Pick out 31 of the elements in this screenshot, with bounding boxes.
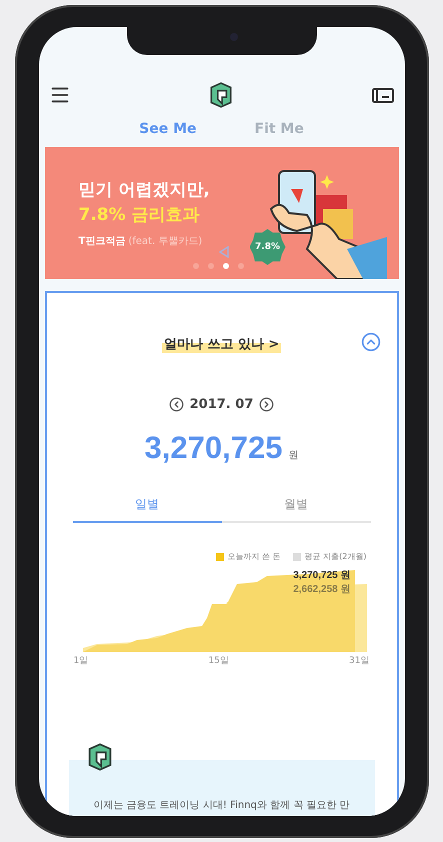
promo-text: 이제는 금융도 트레이닝 시대! Finnq와 함께 꼭 필요한 만 xyxy=(93,799,350,812)
nav-tab[interactable]: See Me xyxy=(139,121,196,137)
triangle-icon xyxy=(218,246,228,258)
pager-dot[interactable] xyxy=(238,263,244,269)
promo-banner[interactable]: 믿기 어렵겠지만, 7.8% 금리효과 T핀크적금 (feat. 투뿔카드) 7.8% xyxy=(44,147,398,279)
total-amount: 3,270,725 xyxy=(144,430,282,466)
product-note: (feat. 투뿔카드) xyxy=(128,235,202,248)
axis-label: 15일 xyxy=(208,655,229,667)
next-month-icon[interactable] xyxy=(259,397,274,412)
period-tab[interactable]: 월별 xyxy=(222,496,370,523)
banner-headline: 믿기 어렵겠지만, xyxy=(78,179,210,201)
period-tab[interactable]: 일별 xyxy=(72,496,222,523)
pager-dot[interactable] xyxy=(192,263,198,269)
pager-dot[interactable] xyxy=(222,263,228,269)
collapse-icon[interactable] xyxy=(360,332,380,352)
legend-label: 오늘까지 쓴 돈 xyxy=(228,551,281,562)
legend-label: 평균 지출(2개월) xyxy=(304,551,366,562)
month-label: 2017. 07 xyxy=(190,397,254,412)
currency-unit: 원 xyxy=(288,449,298,462)
nav-tab[interactable]: Fit Me xyxy=(254,121,304,137)
card-title[interactable]: 얼마나 쓰고 있나 > xyxy=(162,335,282,353)
banner-highlight: 7.8% 금리효과 xyxy=(78,204,201,226)
previous-month-icon[interactable] xyxy=(168,397,184,412)
axis-label: 1일 xyxy=(74,655,88,667)
axis-label: 31일 xyxy=(349,655,370,667)
chart-value-label: 2,662,258 원 xyxy=(293,583,350,596)
chart-value-label: 3,270,725 원 xyxy=(293,569,350,582)
pager-dot[interactable] xyxy=(208,263,214,269)
product-name: T핀크적금 xyxy=(78,235,126,248)
card-icon[interactable] xyxy=(370,86,394,104)
rate-badge: 7.8% xyxy=(250,229,286,265)
